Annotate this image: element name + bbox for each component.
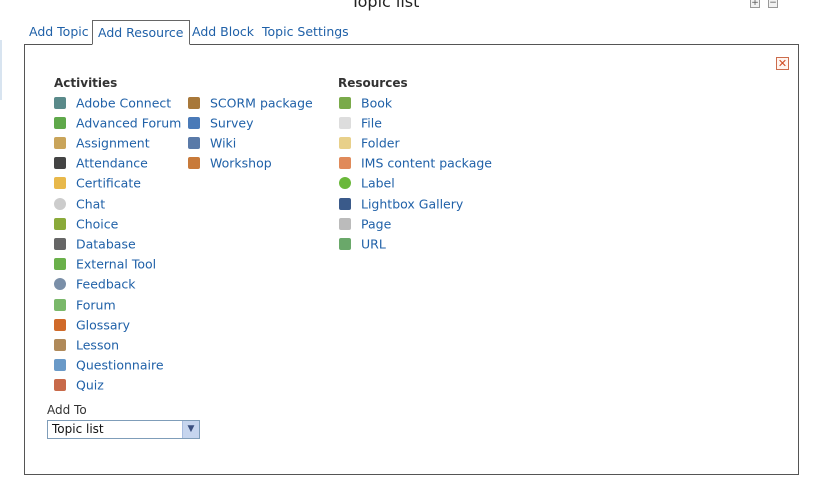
left-sidebar-edge [0, 40, 2, 100]
lesson-icon [54, 338, 66, 351]
activities-heading: Activities [54, 76, 118, 90]
ims-package-icon [339, 156, 351, 169]
activity-feedback[interactable]: Feedback [54, 274, 136, 294]
quiz-icon [54, 378, 66, 391]
collapse-icon[interactable]: − [768, 0, 778, 8]
add-to-label: Add To [47, 403, 87, 417]
activity-questionnaire[interactable]: Questionnaire [54, 355, 164, 375]
expand-icon[interactable]: + [750, 0, 760, 8]
advanced-forum-icon [54, 116, 66, 129]
wiki-icon [188, 136, 200, 149]
choice-icon [54, 217, 66, 230]
questionnaire-icon [54, 358, 66, 371]
activity-chat[interactable]: Chat [54, 194, 105, 214]
activity-glossary[interactable]: Glossary [54, 315, 130, 335]
add-to-selected-value: Topic list [52, 422, 104, 436]
activity-workshop[interactable]: Workshop [188, 153, 272, 173]
activity-lesson[interactable]: Lesson [54, 335, 119, 355]
activity-choice[interactable]: Choice [54, 214, 118, 234]
activity-certificate[interactable]: Certificate [54, 173, 141, 193]
tab-add-resource[interactable]: Add Resource [92, 20, 190, 45]
resource-lightbox-gallery[interactable]: Lightbox Gallery [339, 194, 463, 214]
glossary-icon [54, 318, 66, 331]
resource-label[interactable]: Label [339, 173, 395, 193]
activity-database[interactable]: Database [54, 234, 136, 254]
resource-ims-content-package[interactable]: IMS content package [339, 153, 492, 173]
tab-add-block[interactable]: Add Block [192, 20, 254, 44]
book-icon [339, 96, 351, 109]
activity-attendance[interactable]: Attendance [54, 153, 148, 173]
adobe-connect-icon [54, 96, 66, 109]
page-icon [339, 217, 351, 230]
resource-page[interactable]: Page [339, 214, 391, 234]
activity-scorm-package[interactable]: SCORM package [188, 93, 313, 113]
folder-icon [339, 136, 351, 149]
tab-topic-settings[interactable]: Topic Settings [262, 20, 349, 44]
page-title: Topic list [350, 0, 420, 11]
add-to-select[interactable]: Topic list ▼ [47, 420, 200, 439]
external-tool-icon [54, 257, 66, 270]
url-icon [339, 237, 351, 250]
chevron-down-icon[interactable]: ▼ [182, 421, 199, 438]
tab-add-topic[interactable]: Add Topic [29, 20, 89, 44]
database-icon [54, 237, 66, 250]
activity-adobe-connect[interactable]: Adobe Connect [54, 93, 171, 113]
activity-external-tool[interactable]: External Tool [54, 254, 156, 274]
activity-wiki[interactable]: Wiki [188, 133, 236, 153]
scorm-package-icon [188, 96, 200, 109]
resource-book[interactable]: Book [339, 93, 392, 113]
attendance-icon [54, 156, 66, 169]
chat-icon [54, 197, 66, 210]
resource-folder[interactable]: Folder [339, 133, 400, 153]
lightbox-gallery-icon [339, 197, 351, 210]
activity-advanced-forum[interactable]: Advanced Forum [54, 113, 181, 133]
activity-forum[interactable]: Forum [54, 295, 116, 315]
certificate-icon [54, 176, 66, 189]
workshop-icon [188, 156, 200, 169]
label-icon [339, 176, 351, 189]
close-icon[interactable]: ✕ [776, 57, 789, 70]
resources-heading: Resources [338, 76, 408, 90]
resource-url[interactable]: URL [339, 234, 386, 254]
forum-icon [54, 298, 66, 311]
file-icon [339, 116, 351, 129]
activity-quiz[interactable]: Quiz [54, 375, 104, 395]
activity-survey[interactable]: Survey [188, 113, 253, 133]
feedback-icon [54, 277, 66, 290]
survey-icon [188, 116, 200, 129]
activity-assignment[interactable]: Assignment [54, 133, 150, 153]
assignment-icon [54, 136, 66, 149]
resource-file[interactable]: File [339, 113, 382, 133]
